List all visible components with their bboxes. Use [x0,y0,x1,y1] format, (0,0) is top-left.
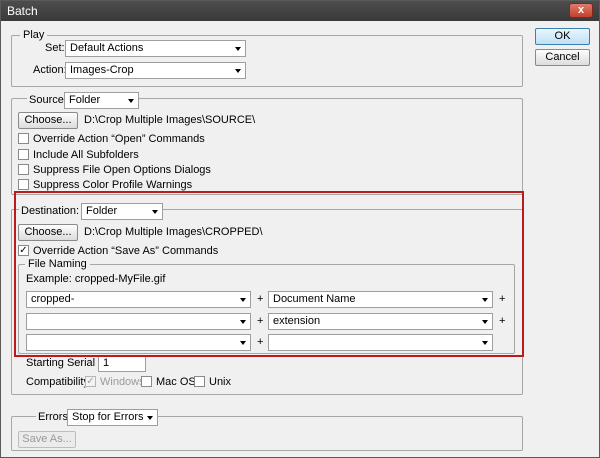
set-select[interactable]: Default Actions [65,40,246,57]
suppress-color-warnings-checkbox[interactable] [18,179,29,190]
suppress-open-dialogs-checkbox[interactable] [18,164,29,175]
override-open-checkbox[interactable] [18,133,29,144]
close-button[interactable]: x [569,3,593,18]
compat-mac-checkbox[interactable] [141,376,152,387]
highlight-box [14,191,524,357]
source-path: D:\Crop Multiple Images\SOURCE\ [84,114,256,126]
chevron-down-icon [147,416,153,420]
save-as-button: Save As... [18,431,76,448]
errors-select[interactable]: Stop for Errors [67,409,158,426]
suppress-open-dialogs-label: Suppress File Open Options Dialogs [33,164,211,176]
compat-windows-checkbox: ✓ [85,376,96,387]
set-select-value: Default Actions [70,42,144,54]
serial-input[interactable]: 1 [98,355,146,372]
set-label: Set: [45,42,65,54]
compat-unix-checkbox[interactable] [194,376,205,387]
source-select[interactable]: Folder [64,92,139,109]
chevron-down-icon [235,47,241,51]
action-select-value: Images-Crop [70,64,134,76]
errors-select-value: Stop for Errors [72,411,144,423]
serial-label: Starting Serial #: [26,357,108,369]
compat-unix-label: Unix [209,376,232,388]
action-label: Action: [33,64,67,76]
source-label: Source: [27,92,69,108]
source-choose-button[interactable]: Choose... [18,112,78,129]
chevron-down-icon [128,99,134,103]
action-select[interactable]: Images-Crop [65,62,246,79]
source-select-value: Folder [69,94,101,106]
batch-dialog: Batch x OK Cancel Play Set: Default Acti… [0,0,600,458]
title-bar: Batch x [1,1,599,21]
suppress-color-warnings-label: Suppress Color Profile Warnings [33,179,193,191]
play-legend: Play [20,28,48,42]
ok-button[interactable]: OK [535,28,590,45]
include-subfolders-checkbox[interactable] [18,149,29,160]
window-title: Batch [7,4,38,18]
compatibility-label: Compatibility: [26,376,93,388]
override-open-label: Override Action “Open” Commands [33,133,205,145]
cancel-button[interactable]: Cancel [535,49,590,66]
compat-mac-label: Mac OS [156,376,196,388]
compat-windows-label: Windows [100,376,145,388]
chevron-down-icon [235,69,241,73]
include-subfolders-label: Include All Subfolders [33,149,139,161]
